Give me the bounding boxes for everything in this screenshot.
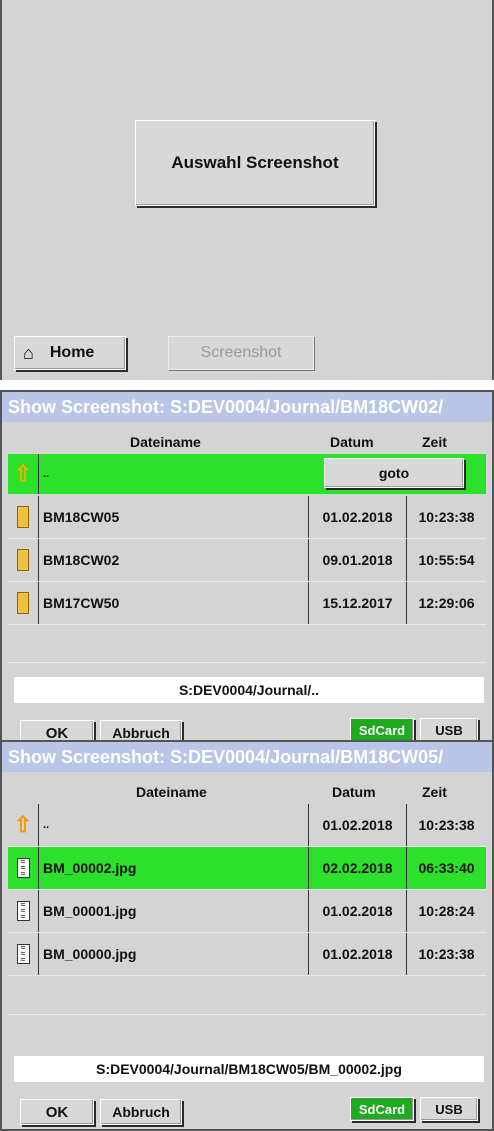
home-button-label: Home	[49, 344, 95, 361]
file-name: BM17CW50	[38, 582, 308, 624]
folder-icon	[8, 496, 38, 538]
file-date: 01.02.2018	[308, 933, 406, 975]
file-time: 10:23:38	[406, 804, 486, 846]
folder-icon	[8, 539, 38, 581]
file-time: 10:55:54	[406, 539, 486, 581]
column-header-date: Datum	[332, 784, 376, 800]
dialog-title: Show Screenshot: S:DEV0004/Journal/BM18C…	[2, 742, 492, 772]
cancel-button[interactable]: Abbruch	[100, 1099, 182, 1125]
home-icon: ⌂	[23, 342, 34, 363]
file-name: BM18CW05	[38, 496, 308, 538]
list-item[interactable]: ≈ ≈ ≈ BM_00002.jpg 02.02.2018 06:33:40	[8, 847, 486, 889]
file-date: 09.01.2018	[308, 539, 406, 581]
file-date: 01.02.2018	[308, 496, 406, 538]
home-button[interactable]: ⌂ Home	[14, 336, 126, 370]
list-item[interactable]: ⇧ .. 01.02.2018 10:23:38	[8, 804, 486, 846]
file-date: 01.02.2018	[308, 804, 406, 846]
file-time: 10:28:24	[406, 890, 486, 932]
file-time: 10:23:38	[406, 496, 486, 538]
goto-button[interactable]: goto	[324, 458, 464, 488]
screenshot-menu-panel: Auswahl Screenshot ⌂ Home Screenshot	[0, 0, 494, 380]
column-header-name: Dateiname	[130, 434, 201, 450]
file-name: BM_00000.jpg	[38, 933, 308, 975]
dialog-title: Show Screenshot: S:DEV0004/Journal/BM18C…	[2, 392, 492, 422]
file-date: 02.02.2018	[308, 847, 406, 889]
folder-icon	[8, 582, 38, 624]
usb-button[interactable]: USB	[420, 718, 478, 742]
row-divider	[8, 662, 486, 663]
list-item[interactable]: ≈ ≈ ≈ BM_00000.jpg 01.02.2018 10:23:38	[8, 933, 486, 975]
file-date: 01.02.2018	[308, 890, 406, 932]
image-file-icon: ≈ ≈ ≈	[8, 847, 38, 889]
column-header-time: Zeit	[422, 784, 447, 800]
column-header-time: Zeit	[422, 434, 447, 450]
up-arrow-icon: ⇧	[13, 461, 33, 486]
file-time: 06:33:40	[406, 847, 486, 889]
file-date: 15.12.2017	[308, 582, 406, 624]
column-header-date: Datum	[330, 434, 374, 450]
up-arrow-icon: ⇧	[13, 812, 33, 837]
image-file-icon: ≈ ≈ ≈	[8, 933, 38, 975]
file-name: ..	[38, 804, 308, 846]
row-divider	[8, 624, 486, 625]
select-screenshot-button[interactable]: Auswahl Screenshot	[135, 120, 375, 206]
image-file-icon: ≈ ≈ ≈	[8, 890, 38, 932]
file-name: BM_00001.jpg	[38, 890, 308, 932]
show-screenshot-dialog-folders: Show Screenshot: S:DEV0004/Journal/BM18C…	[0, 390, 494, 750]
file-time: 12:29:06	[406, 582, 486, 624]
current-path: S:DEV0004/Journal/BM18CW05/BM_00002.jpg	[14, 1056, 484, 1082]
current-path: S:DEV0004/Journal/..	[14, 677, 484, 703]
column-header-name: Dateiname	[136, 784, 207, 800]
list-item[interactable]: ≈ ≈ ≈ BM_00001.jpg 01.02.2018 10:28:24	[8, 890, 486, 932]
screenshot-button[interactable]: Screenshot	[168, 336, 314, 370]
file-name: ..	[38, 454, 308, 494]
list-item[interactable]: ⇧ .. goto	[8, 454, 486, 494]
sdcard-button[interactable]: SdCard	[350, 718, 414, 742]
list-item[interactable]: BM18CW02 09.01.2018 10:55:54	[8, 539, 486, 581]
file-name: BM_00002.jpg	[38, 847, 308, 889]
usb-button[interactable]: USB	[420, 1097, 478, 1121]
list-item[interactable]: BM17CW50 15.12.2017 12:29:06	[8, 582, 486, 624]
list-item[interactable]: BM18CW05 01.02.2018 10:23:38	[8, 496, 486, 538]
file-time: 10:23:38	[406, 933, 486, 975]
sdcard-button[interactable]: SdCard	[350, 1097, 414, 1121]
file-name: BM18CW02	[38, 539, 308, 581]
ok-button[interactable]: OK	[20, 1099, 94, 1125]
show-screenshot-dialog-files: Show Screenshot: S:DEV0004/Journal/BM18C…	[0, 740, 494, 1131]
row-divider	[8, 975, 486, 976]
row-divider	[8, 1014, 486, 1015]
